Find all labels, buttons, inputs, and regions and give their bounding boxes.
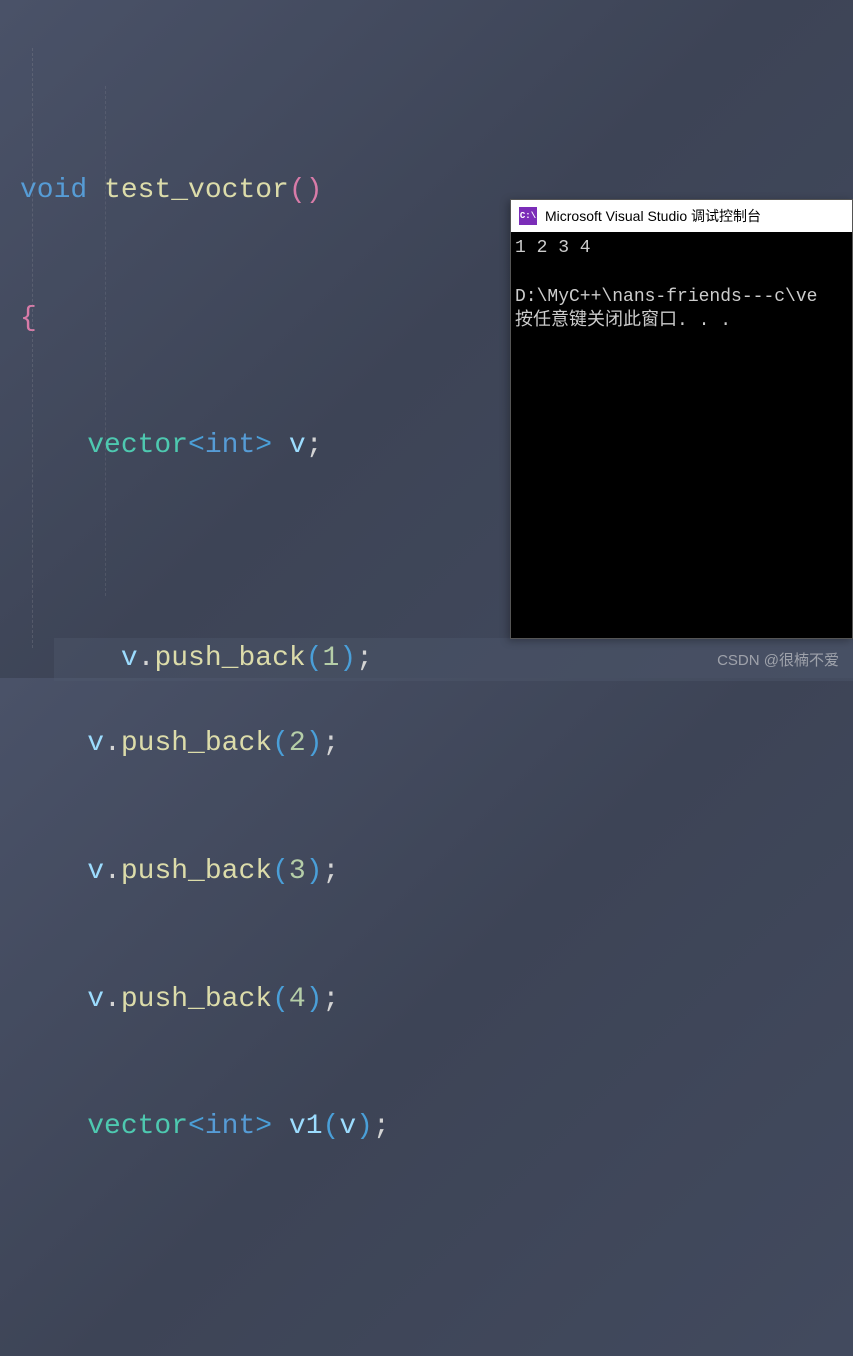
console-icon: C:\ xyxy=(519,207,537,225)
semicolon: ; xyxy=(323,984,340,1015)
output-line: 按任意键关闭此窗口. . . xyxy=(515,311,731,331)
type-int: int xyxy=(205,430,255,461)
output-line: D:\MyC++\nans-friends---c\ve xyxy=(515,287,817,307)
type-vector: vector xyxy=(87,1111,188,1142)
variable: v xyxy=(121,643,138,674)
number-literal: 2 xyxy=(289,728,306,759)
variable: v xyxy=(339,1111,356,1142)
code-line: v.push_back(3); xyxy=(20,851,853,894)
paren-open: ( xyxy=(272,984,289,1015)
variable-v1: v1 xyxy=(272,1111,322,1142)
keyword-void: void xyxy=(20,175,87,206)
code-line-empty xyxy=(20,1234,853,1277)
watermark: CSDN @很楠不爱 xyxy=(717,649,839,670)
variable: v xyxy=(87,984,104,1015)
angle-open: < xyxy=(188,430,205,461)
paren-open: ( xyxy=(289,175,306,206)
paren-close: ) xyxy=(306,175,323,206)
console-title: Microsoft Visual Studio 调试控制台 xyxy=(545,206,761,226)
method-push-back: push_back xyxy=(121,856,272,887)
semicolon: ; xyxy=(306,430,323,461)
console-title-bar[interactable]: C:\ Microsoft Visual Studio 调试控制台 xyxy=(511,200,852,232)
paren-open: ( xyxy=(323,1111,340,1142)
method-push-back: push_back xyxy=(154,643,305,674)
angle-close: > xyxy=(255,1111,272,1142)
paren-open: ( xyxy=(272,856,289,887)
console-output: 1 2 3 4 D:\MyC++\nans-friends---c\ve 按任意… xyxy=(511,232,852,337)
dot: . xyxy=(104,984,121,1015)
dot: . xyxy=(138,643,155,674)
paren-close: ) xyxy=(306,728,323,759)
semicolon: ; xyxy=(373,1111,390,1142)
output-line: 1 2 3 4 xyxy=(515,238,601,258)
type-int: int xyxy=(205,1111,255,1142)
indent-guide xyxy=(32,48,33,648)
paren-open: ( xyxy=(306,643,323,674)
paren-close: ) xyxy=(339,643,356,674)
method-push-back: push_back xyxy=(121,984,272,1015)
paren-close: ) xyxy=(306,984,323,1015)
code-line: vector<int> v1(v); xyxy=(20,1106,853,1149)
angle-open: < xyxy=(188,1111,205,1142)
paren-close: ) xyxy=(306,856,323,887)
variable: v xyxy=(87,856,104,887)
variable: v xyxy=(87,728,104,759)
console-window[interactable]: C:\ Microsoft Visual Studio 调试控制台 1 2 3 … xyxy=(510,199,853,639)
semicolon: ; xyxy=(356,643,373,674)
semicolon: ; xyxy=(323,856,340,887)
dot: . xyxy=(104,728,121,759)
paren-close: ) xyxy=(356,1111,373,1142)
indent-guide-2 xyxy=(105,86,106,596)
function-name: test_voctor xyxy=(104,175,289,206)
code-line: v.push_back(2); xyxy=(20,723,853,766)
number-literal: 3 xyxy=(289,856,306,887)
number-literal: 1 xyxy=(323,643,340,674)
angle-close: > xyxy=(255,430,272,461)
variable-v: v xyxy=(272,430,306,461)
code-line: v.push_back(4); xyxy=(20,979,853,1022)
brace-open: { xyxy=(20,303,37,334)
semicolon: ; xyxy=(323,728,340,759)
dot: . xyxy=(104,856,121,887)
method-push-back: push_back xyxy=(121,728,272,759)
paren-open: ( xyxy=(272,728,289,759)
number-literal: 4 xyxy=(289,984,306,1015)
type-vector: vector xyxy=(87,430,188,461)
